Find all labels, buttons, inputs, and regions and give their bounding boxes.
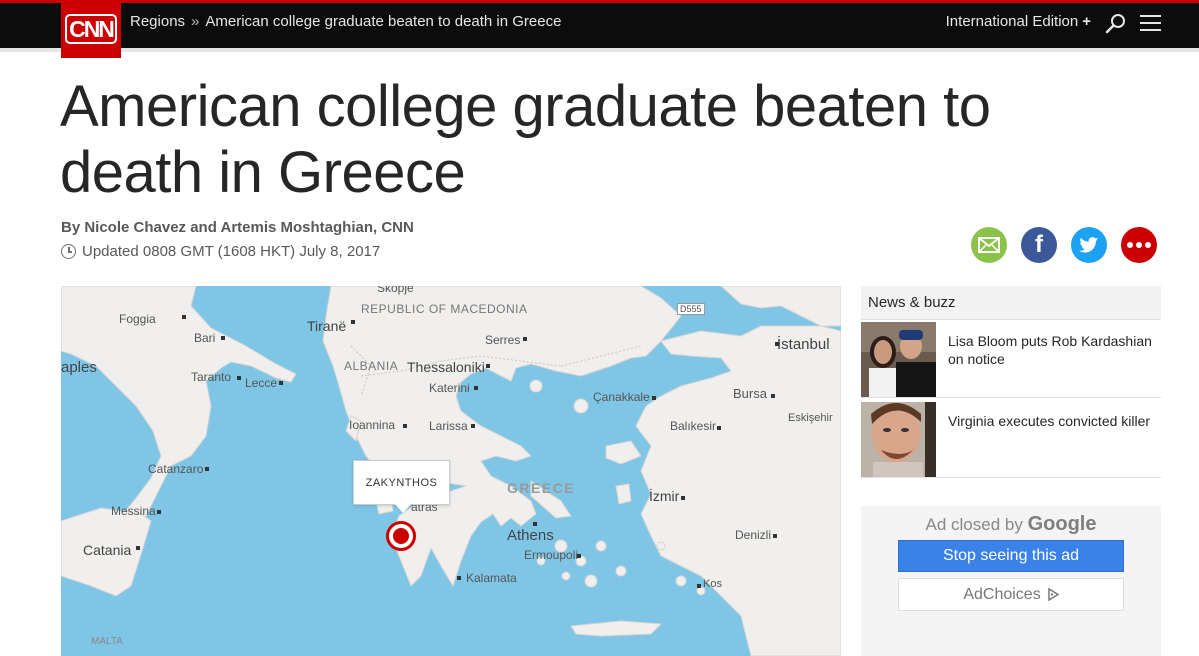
city-dot bbox=[717, 426, 721, 430]
city-dot bbox=[652, 396, 656, 400]
map-label-catanzaro: Catanzaro bbox=[148, 462, 204, 476]
map-label-katerini: Katerini bbox=[429, 381, 470, 395]
stop-seeing-ad-button[interactable]: Stop seeing this ad bbox=[898, 540, 1124, 572]
map-label-balikesir: Balıkesir bbox=[670, 419, 717, 433]
map-label-istanbul: İstanbul bbox=[777, 336, 830, 353]
news-thumbnail[interactable] bbox=[861, 322, 936, 397]
email-icon bbox=[978, 237, 1000, 253]
map-label-naples: aples bbox=[61, 359, 97, 376]
updated-text: Updated 0808 GMT (1608 HKT) July 8, 2017 bbox=[82, 243, 381, 260]
map-label-foggia: Foggia bbox=[119, 312, 156, 326]
twitter-share-button[interactable] bbox=[1071, 227, 1107, 263]
byline: By Nicole Chavez and Artemis Moshtaghian… bbox=[61, 219, 414, 236]
page-title: American college graduate beaten to deat… bbox=[60, 74, 991, 205]
map-label-ermoupoli: Ermoupoli bbox=[524, 548, 579, 562]
map-label-denizli: Denizli bbox=[735, 528, 772, 542]
city-dot bbox=[279, 381, 283, 385]
map-label-macedonia: REPUBLIC OF MACEDONIA bbox=[361, 302, 528, 316]
news-item[interactable]: Virginia executes convicted killer bbox=[861, 402, 1161, 478]
updated-timestamp: Updated 0808 GMT (1608 HKT) July 8, 2017 bbox=[61, 243, 380, 260]
city-dot bbox=[523, 337, 527, 341]
ad-closed-text: Ad closed by Google bbox=[861, 513, 1161, 536]
search-icon[interactable] bbox=[1105, 13, 1127, 35]
city-dot bbox=[533, 522, 537, 526]
city-dot bbox=[351, 320, 355, 324]
cnn-logo[interactable]: CNN bbox=[61, 0, 121, 58]
adchoices-label: AdChoices bbox=[963, 585, 1041, 603]
map-label-kalamata: Kalamata bbox=[466, 571, 517, 585]
map-label-larissa: Larissa bbox=[429, 419, 468, 433]
breadcrumb-separator: » bbox=[191, 13, 200, 30]
map-label-malta: MALTA bbox=[91, 636, 123, 647]
map-label-skopje: Skopje bbox=[377, 286, 414, 295]
hamburger-menu-icon[interactable] bbox=[1140, 15, 1161, 31]
more-share-button[interactable] bbox=[1121, 227, 1157, 263]
facebook-icon: f bbox=[1035, 231, 1043, 258]
breadcrumb-regions[interactable]: Regions bbox=[130, 13, 185, 30]
news-item[interactable]: Lisa Bloom puts Rob Kardashian on notice bbox=[861, 322, 1161, 398]
news-item-title[interactable]: Lisa Bloom puts Rob Kardashian on notice bbox=[948, 332, 1153, 368]
city-dot bbox=[221, 336, 225, 340]
map-label-serres: Serres bbox=[485, 333, 521, 347]
nav-divider bbox=[0, 48, 1199, 52]
city-dot bbox=[157, 510, 161, 514]
logo-text: CNN bbox=[65, 14, 117, 44]
city-dot bbox=[457, 576, 461, 580]
edition-plus[interactable]: + bbox=[1082, 13, 1091, 30]
map-label-catania: Catania bbox=[83, 542, 132, 558]
map-label-kos: Kos bbox=[703, 578, 722, 590]
map-label-izmir: İzmir bbox=[649, 488, 680, 504]
city-dot bbox=[182, 315, 186, 319]
news-buzz-header: News & buzz bbox=[861, 286, 1161, 320]
map-label-canakkale: Çanakkale bbox=[593, 390, 650, 404]
city-dot bbox=[577, 554, 581, 558]
more-icon bbox=[1127, 242, 1151, 248]
map-callout: ZAKYNTHOS bbox=[353, 460, 450, 513]
news-thumbnail[interactable] bbox=[861, 402, 936, 477]
location-marker-icon[interactable] bbox=[386, 521, 416, 551]
city-dot bbox=[775, 342, 779, 346]
map-label-messina: Messina bbox=[111, 504, 156, 518]
map[interactable]: Skopje REPUBLIC OF MACEDONIA D555 Foggia… bbox=[61, 286, 841, 656]
map-label-ioannina: Ioannina bbox=[349, 418, 396, 432]
map-label-lecce: Lecce bbox=[245, 376, 278, 390]
city-dot bbox=[403, 424, 407, 428]
edition-picker[interactable]: International Edition + bbox=[946, 13, 1091, 30]
adchoices-button[interactable]: AdChoices bbox=[898, 578, 1124, 611]
twitter-icon bbox=[1079, 236, 1099, 252]
map-label-thessaloniki: Thessaloniki bbox=[407, 359, 485, 375]
map-label-albania: ALBANIA bbox=[344, 359, 399, 373]
city-dot bbox=[474, 386, 478, 390]
map-label-athens: Athens bbox=[507, 527, 554, 544]
city-dot bbox=[486, 364, 490, 368]
city-dot bbox=[773, 534, 777, 538]
google-logo: Google bbox=[1027, 513, 1097, 535]
map-label-eskisehir: Eskişehir bbox=[788, 412, 833, 424]
city-dot bbox=[697, 584, 701, 588]
breadcrumb-current: American college graduate beaten to deat… bbox=[205, 13, 562, 30]
map-label-tirane: Tiranë bbox=[307, 318, 347, 334]
city-dot bbox=[771, 394, 775, 398]
city-dot bbox=[681, 496, 685, 500]
city-dot bbox=[237, 376, 241, 380]
edition-label[interactable]: International Edition bbox=[946, 13, 1079, 30]
city-dot bbox=[205, 467, 209, 471]
news-item-title[interactable]: Virginia executes convicted killer bbox=[948, 412, 1153, 430]
map-label-bari: Bari bbox=[194, 331, 216, 345]
facebook-share-button[interactable]: f bbox=[1021, 227, 1057, 263]
map-label-taranto: Taranto bbox=[191, 370, 232, 384]
ad-closed-label: Ad closed by bbox=[925, 515, 1023, 534]
ad-closed-panel: Ad closed by Google Stop seeing this ad … bbox=[861, 506, 1161, 656]
map-label-greece: GREECE bbox=[507, 480, 576, 496]
city-dot bbox=[471, 424, 475, 428]
clock-icon bbox=[61, 244, 76, 259]
map-label-bursa: Bursa bbox=[733, 386, 767, 401]
city-dot bbox=[136, 546, 140, 550]
email-share-button[interactable] bbox=[971, 227, 1007, 263]
breadcrumb: Regions » American college graduate beaten… bbox=[130, 13, 561, 30]
adchoices-icon bbox=[1047, 588, 1059, 601]
map-label-d555: D555 bbox=[677, 303, 705, 315]
